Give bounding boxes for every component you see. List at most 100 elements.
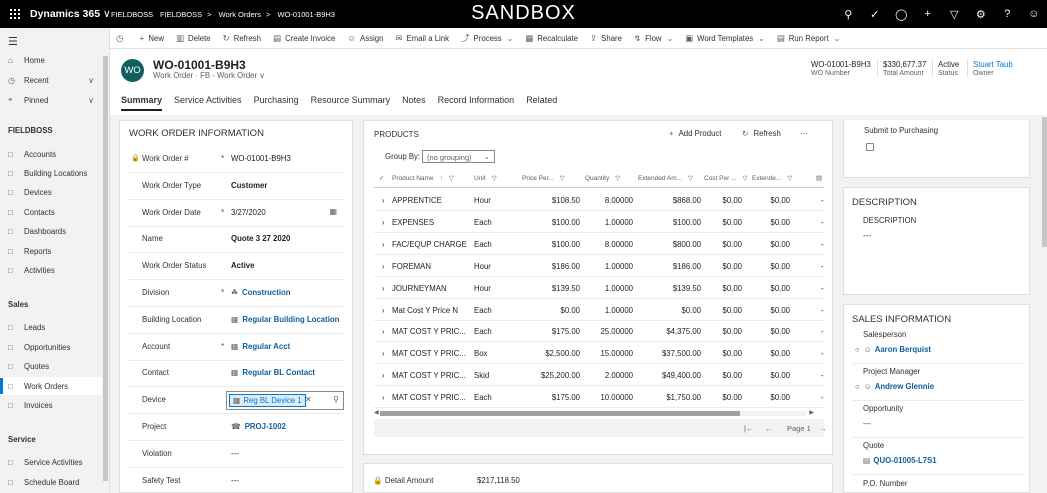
filter-icon[interactable]: ▽: [449, 175, 454, 182]
recalculate-button[interactable]: ▦ Recalculate: [519, 28, 584, 49]
column-header-cost-per[interactable]: Cost Per ... ▽: [704, 174, 748, 182]
table-row[interactable]: › FAC/EQUP CHARGE Each $100.00 8.00000 $800.0…: [374, 233, 824, 255]
close-icon[interactable]: ✕: [305, 395, 312, 404]
sidebar-item-reports[interactable]: □ Reports: [0, 242, 102, 260]
task-icon[interactable]: ✓: [862, 0, 889, 28]
filter-icon[interactable]: ▽: [615, 175, 620, 182]
expand-row-icon[interactable]: ›: [382, 349, 385, 358]
breadcrumb-item[interactable]: FIELDBOSS: [160, 10, 202, 19]
field-value[interactable]: ▦ Regular Acct: [231, 342, 290, 351]
scroll-thumb[interactable]: [380, 411, 740, 416]
expand-row-icon[interactable]: ›: [382, 196, 385, 205]
owner-link[interactable]: Stuart Taub: [973, 60, 1013, 69]
sidebar-scrollbar[interactable]: [103, 56, 108, 481]
tab-record-information[interactable]: Record Information: [438, 95, 515, 111]
column-header-unit[interactable]: Unit ▽: [474, 174, 497, 182]
plus-icon[interactable]: +: [915, 0, 942, 28]
row-more-icon[interactable]: -: [821, 327, 824, 336]
field-value[interactable]: ○ ☺ Andrew Glennie: [855, 382, 934, 391]
table-row[interactable]: › MAT COST Y PRIC... Box $2,500.00 15.00000 $…: [374, 342, 824, 365]
column-header-extende[interactable]: Extende... ▽: [752, 174, 792, 182]
description-field[interactable]: ---: [863, 231, 871, 240]
filter-icon[interactable]: ▽: [787, 175, 792, 182]
table-row[interactable]: › EXPENSES Each $100.00 1.00000 $100.00 $0.00 $…: [374, 211, 824, 233]
brand-name[interactable]: Dynamics 365 ∨: [30, 8, 111, 20]
previous-page-icon[interactable]: ←: [765, 424, 773, 433]
sidebar-item-contacts[interactable]: □ Contacts: [0, 203, 102, 221]
expand-row-icon[interactable]: ›: [382, 284, 385, 293]
horizontal-scrollbar[interactable]: ◀ ▶: [374, 409, 814, 417]
search-icon[interactable]: ⚲: [333, 395, 339, 404]
first-page-icon[interactable]: |←: [744, 424, 753, 433]
sidebar-item-quotes[interactable]: □ Quotes: [0, 358, 102, 376]
sidebar-item-pinned[interactable]: ⌖ Pinned ∨: [0, 91, 102, 109]
sidebar-item-service-activities[interactable]: □ Service Activities: [0, 454, 102, 472]
filter-icon[interactable]: ▽: [492, 175, 497, 182]
hamburger-menu-icon[interactable]: ☰: [8, 35, 18, 48]
table-row[interactable]: › APPRENTICE Hour $108.50 8.00000 $868.00 $0.0…: [374, 189, 824, 211]
scroll-left-icon[interactable]: ◀: [374, 409, 379, 416]
app-launcher-icon[interactable]: [10, 9, 20, 19]
scroll-thumb[interactable]: [1042, 117, 1047, 247]
expand-row-icon[interactable]: ›: [382, 393, 385, 402]
sidebar-item-leads[interactable]: □ Leads: [0, 319, 102, 337]
column-header-product-name[interactable]: Product Name ↑ ▽: [392, 174, 454, 182]
tab-resource-summary[interactable]: Resource Summary: [311, 95, 391, 111]
chevron-down-icon[interactable]: ∨: [88, 96, 94, 105]
column-header-price-per[interactable]: Price Per... ▽: [522, 174, 565, 182]
table-row[interactable]: › MAT COST Y PRIC... Skid $25,200.00 2.00000…: [374, 364, 824, 387]
table-row[interactable]: › MAT COST Y PRIC... Each $175.00 25.00000 $4…: [374, 320, 824, 343]
breadcrumb-item[interactable]: Work Orders: [219, 10, 261, 19]
refresh-button[interactable]: ↻ Refresh: [742, 129, 781, 138]
calendar-icon[interactable]: ▦: [329, 207, 337, 216]
next-page-icon[interactable]: →: [819, 424, 827, 433]
email-a-link-button[interactable]: ✉ Email a Link: [389, 28, 455, 49]
delete-button[interactable]: ▥ Delete: [170, 28, 217, 49]
gear-icon[interactable]: ⚙: [968, 0, 995, 28]
app-name[interactable]: FIELDBOSS: [111, 10, 153, 19]
sidebar-item-accounts[interactable]: □ Accounts: [0, 145, 102, 163]
page-scrollbar[interactable]: [1042, 115, 1047, 493]
row-more-icon[interactable]: -: [821, 371, 824, 380]
word-templates-button[interactable]: ▣ Word Templates ⌄: [679, 28, 771, 49]
row-more-icon[interactable]: -: [821, 393, 824, 402]
search-icon[interactable]: ⚲: [835, 0, 862, 28]
help-icon[interactable]: ?: [994, 0, 1021, 28]
tab-notes[interactable]: Notes: [402, 95, 426, 111]
filter-icon[interactable]: ▽: [941, 0, 968, 28]
select-all-checkbox[interactable]: ✓: [379, 174, 384, 182]
row-more-icon[interactable]: -: [821, 284, 824, 293]
table-row[interactable]: › MAT COST Y PRIC... Each $175.00 10.00000 $1…: [374, 386, 824, 409]
row-more-icon[interactable]: -: [821, 218, 824, 227]
row-more-icon[interactable]: -: [821, 196, 824, 205]
tab-service-activities[interactable]: Service Activities: [174, 95, 242, 111]
scroll-right-icon[interactable]: ▶: [809, 409, 814, 416]
run-report-button[interactable]: ▤ Run Report ⌄: [771, 28, 846, 49]
table-row[interactable]: › Mat Cost Y Price N Each $0.00 1.00000 $0.00…: [374, 299, 824, 321]
sidebar-item-schedule-board[interactable]: □ Schedule Board: [0, 473, 102, 491]
expand-row-icon[interactable]: ›: [382, 327, 385, 336]
row-more-icon[interactable]: -: [821, 240, 824, 249]
sidebar-item-dashboards[interactable]: □ Dashboards: [0, 223, 102, 241]
sort-icon[interactable]: ↑: [440, 175, 443, 182]
field-value[interactable]: ▤ QUO-01005-L7S1: [863, 456, 937, 465]
filter-icon[interactable]: ▽: [743, 175, 748, 182]
group-by-select[interactable]: (no grouping) ⌄: [422, 150, 495, 163]
sidebar-item-opportunities[interactable]: □ Opportunities: [0, 338, 102, 356]
field-value[interactable]: ☎ PROJ-1002: [231, 422, 286, 431]
filter-icon[interactable]: ▽: [688, 175, 693, 182]
expand-row-icon[interactable]: ›: [382, 218, 385, 227]
row-more-icon[interactable]: -: [821, 306, 824, 315]
device-chip[interactable]: ▦ Reg BL Device 1: [229, 394, 306, 408]
tab-related[interactable]: Related: [526, 95, 557, 111]
row-more-icon[interactable]: -: [821, 262, 824, 271]
expand-row-icon[interactable]: ›: [382, 262, 385, 271]
refresh-button[interactable]: ↻ Refresh: [217, 28, 267, 49]
expand-row-icon[interactable]: ›: [382, 371, 385, 380]
sidebar-item-invoices[interactable]: □ Invoices: [0, 396, 102, 414]
add-product-button[interactable]: + Add Product: [669, 129, 721, 138]
more-commands-button[interactable]: ···: [800, 129, 808, 138]
history-button[interactable]: ◷: [110, 28, 133, 49]
sidebar-item-work-orders[interactable]: □ Work Orders: [0, 377, 102, 395]
expand-row-icon[interactable]: ›: [382, 306, 385, 315]
